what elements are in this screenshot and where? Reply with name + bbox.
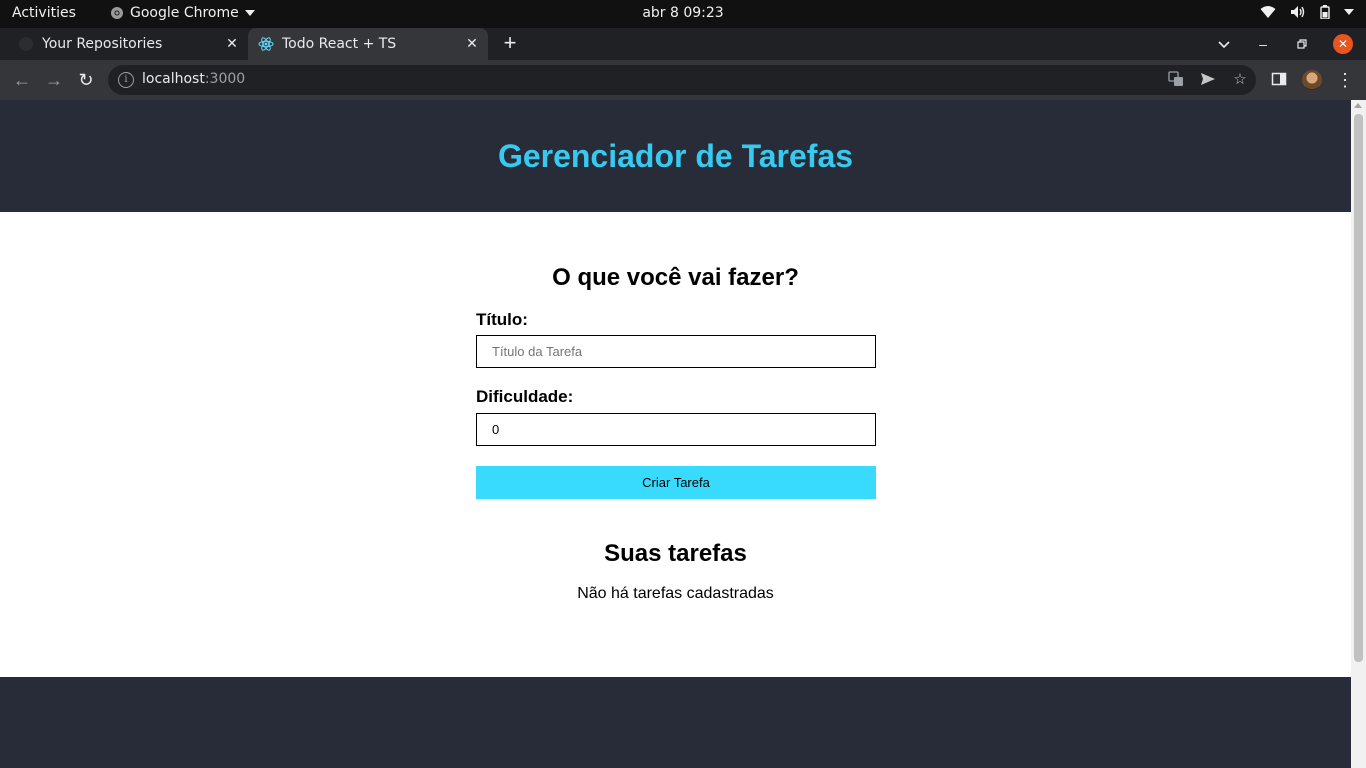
side-panel-icon[interactable] xyxy=(1270,71,1288,89)
minimize-icon[interactable]: – xyxy=(1253,34,1273,54)
difficulty-input[interactable] xyxy=(476,413,876,446)
volume-icon xyxy=(1291,6,1305,18)
translate-icon[interactable] xyxy=(1167,71,1185,89)
github-icon xyxy=(18,36,34,52)
chrome-icon xyxy=(111,7,123,19)
title-label: Título: xyxy=(476,310,528,329)
send-icon[interactable] xyxy=(1199,71,1217,89)
system-status[interactable] xyxy=(1260,5,1354,19)
app-menu-label: Google Chrome xyxy=(130,5,239,21)
page-title: Gerenciador de Tarefas xyxy=(497,137,854,174)
tab-search-icon[interactable] xyxy=(1214,34,1234,54)
browser-toolbar: ← → ↻ i localhost:3000 ☆ ⋮ xyxy=(0,60,1366,100)
close-tab-icon[interactable]: ✕ xyxy=(462,34,482,54)
tab-title: Your Repositories xyxy=(42,36,163,52)
restore-icon[interactable] xyxy=(1292,34,1312,54)
more-menu-icon[interactable]: ⋮ xyxy=(1336,70,1354,90)
url-host: localhost xyxy=(142,71,205,87)
battery-icon xyxy=(1320,5,1330,19)
forward-icon[interactable]: → xyxy=(44,70,64,90)
react-icon xyxy=(258,36,274,52)
new-tab-button[interactable]: + xyxy=(498,32,522,56)
scroll-up-arrow-icon[interactable] xyxy=(1354,103,1362,108)
form-title: O que você vai fazer? xyxy=(552,264,799,291)
reload-icon[interactable]: ↻ xyxy=(76,70,96,90)
tab-todo-react[interactable]: Todo React + TS ✕ xyxy=(248,28,488,60)
activities-button[interactable]: Activities xyxy=(12,5,76,21)
tab-your-repositories[interactable]: Your Repositories ✕ xyxy=(0,28,248,60)
caret-down-icon xyxy=(244,10,255,16)
app-main: O que você vai fazer? Título: Dificuldad… xyxy=(0,212,1351,677)
window-close-icon[interactable]: ✕ xyxy=(1333,34,1353,54)
back-icon[interactable]: ← xyxy=(12,70,32,90)
url-port: :3000 xyxy=(204,71,246,87)
title-input[interactable] xyxy=(476,335,876,368)
profile-avatar[interactable] xyxy=(1302,70,1322,90)
app-header: Gerenciador de Tarefas xyxy=(0,100,1351,212)
address-bar[interactable]: i localhost:3000 xyxy=(108,65,1256,95)
difficulty-label: Dificuldade: xyxy=(476,387,574,406)
close-tab-icon[interactable]: ✕ xyxy=(222,34,242,54)
tab-title: Todo React + TS xyxy=(282,36,397,52)
system-menu-caret-icon xyxy=(1344,9,1354,15)
app-footer xyxy=(0,677,1351,768)
page-viewport: Gerenciador de Tarefas O que você vai fa… xyxy=(0,100,1351,768)
create-task-button[interactable]: Criar Tarefa xyxy=(476,466,876,499)
app-menu[interactable]: Google Chrome xyxy=(110,5,255,21)
os-top-bar: Activities Google Chrome abr 8 09:23 xyxy=(0,0,1366,28)
bookmark-star-icon[interactable]: ☆ xyxy=(1231,71,1249,89)
site-info-icon[interactable]: i xyxy=(118,72,134,88)
page-scrollbar[interactable] xyxy=(1351,100,1366,768)
tab-strip: Your Repositories ✕ Todo React + TS ✕ + xyxy=(0,28,1366,60)
scrollbar-thumb[interactable] xyxy=(1354,114,1363,662)
empty-list-message: Não há tarefas cadastradas xyxy=(577,585,774,602)
url-text[interactable]: localhost:3000 xyxy=(142,71,245,87)
task-list-title: Suas tarefas xyxy=(604,540,747,567)
wifi-icon xyxy=(1260,6,1276,18)
